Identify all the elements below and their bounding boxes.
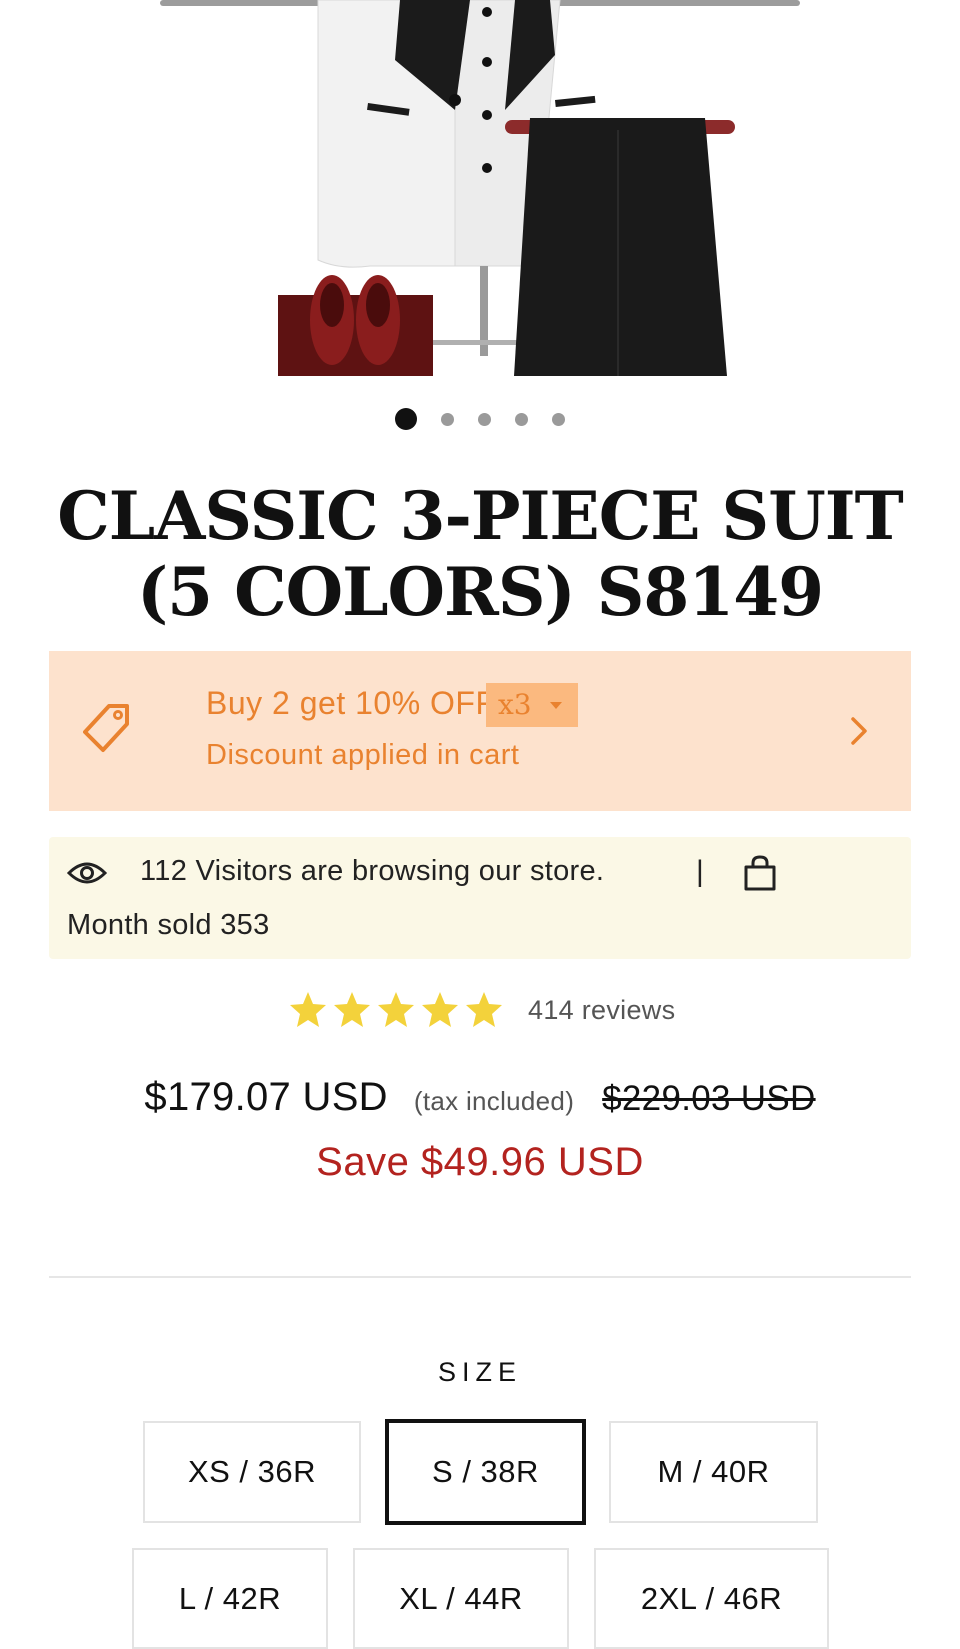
- size-label: SIZE: [437, 1357, 522, 1387]
- store-activity-box: 112 Visitors are browsing our store. | M…: [49, 837, 911, 959]
- visitors-count-text: 112 Visitors are browsing our store.: [140, 855, 605, 887]
- eye-icon: [67, 862, 107, 884]
- divider: [49, 1276, 911, 1278]
- product-image[interactable]: [0, 0, 960, 380]
- reviews-count[interactable]: 414 reviews: [528, 995, 675, 1026]
- price-tag-icon: [83, 704, 129, 752]
- size-option-l[interactable]: L / 42R: [132, 1548, 328, 1649]
- gallery-dot-3[interactable]: [478, 412, 491, 426]
- star-icon: [422, 992, 458, 1027]
- offer-subtext: Discount applied in cart: [206, 739, 520, 771]
- size-option-xs[interactable]: XS / 36R: [143, 1421, 361, 1523]
- compare-at-price: $229.03 USD: [602, 1079, 816, 1118]
- size-option-s[interactable]: S / 38R: [385, 1419, 586, 1525]
- star-icon: [466, 992, 502, 1027]
- savings-text: Save $49.96 USD: [316, 1140, 644, 1184]
- quantity-dropdown[interactable]: x3: [486, 683, 578, 727]
- star-icon: [290, 992, 326, 1027]
- size-option-xl[interactable]: XL / 44R: [353, 1548, 569, 1649]
- offer-headline: Buy 2 get 10% OFF: [206, 685, 496, 721]
- size-option-m[interactable]: M / 40R: [609, 1421, 818, 1523]
- caret-down-icon: [550, 702, 562, 709]
- gallery-dot-5[interactable]: [552, 412, 565, 426]
- month-sold-text: Month sold 353: [67, 909, 270, 941]
- gallery-dot-2[interactable]: [441, 412, 454, 426]
- size-option-2xl[interactable]: 2XL / 46R: [594, 1548, 829, 1649]
- gallery-pagination: [0, 408, 960, 430]
- price-row: $179.07 USD (tax included) $229.03 USD: [0, 1075, 960, 1120]
- quantity-value: x3: [498, 688, 532, 721]
- product-title: CLASSIC 3-PIECE SUIT (5 COLORS) S8149: [57, 477, 904, 631]
- shopping-bag-icon: [744, 855, 776, 891]
- tax-note: (tax included): [413, 1086, 575, 1116]
- gallery-dot-1[interactable]: [395, 408, 417, 430]
- chevron-right-icon[interactable]: [849, 715, 869, 747]
- star-icon: [334, 992, 370, 1027]
- discount-offer-banner[interactable]: Buy 2 get 10% OFF x3 Discount applied in…: [49, 651, 911, 811]
- current-price: $179.07 USD: [144, 1075, 388, 1119]
- suit-illustration: [160, 0, 800, 376]
- rating-summary[interactable]: 414 reviews: [288, 990, 675, 1030]
- gallery-dot-4[interactable]: [515, 412, 528, 426]
- separator: |: [696, 855, 704, 888]
- star-icon: [378, 992, 414, 1027]
